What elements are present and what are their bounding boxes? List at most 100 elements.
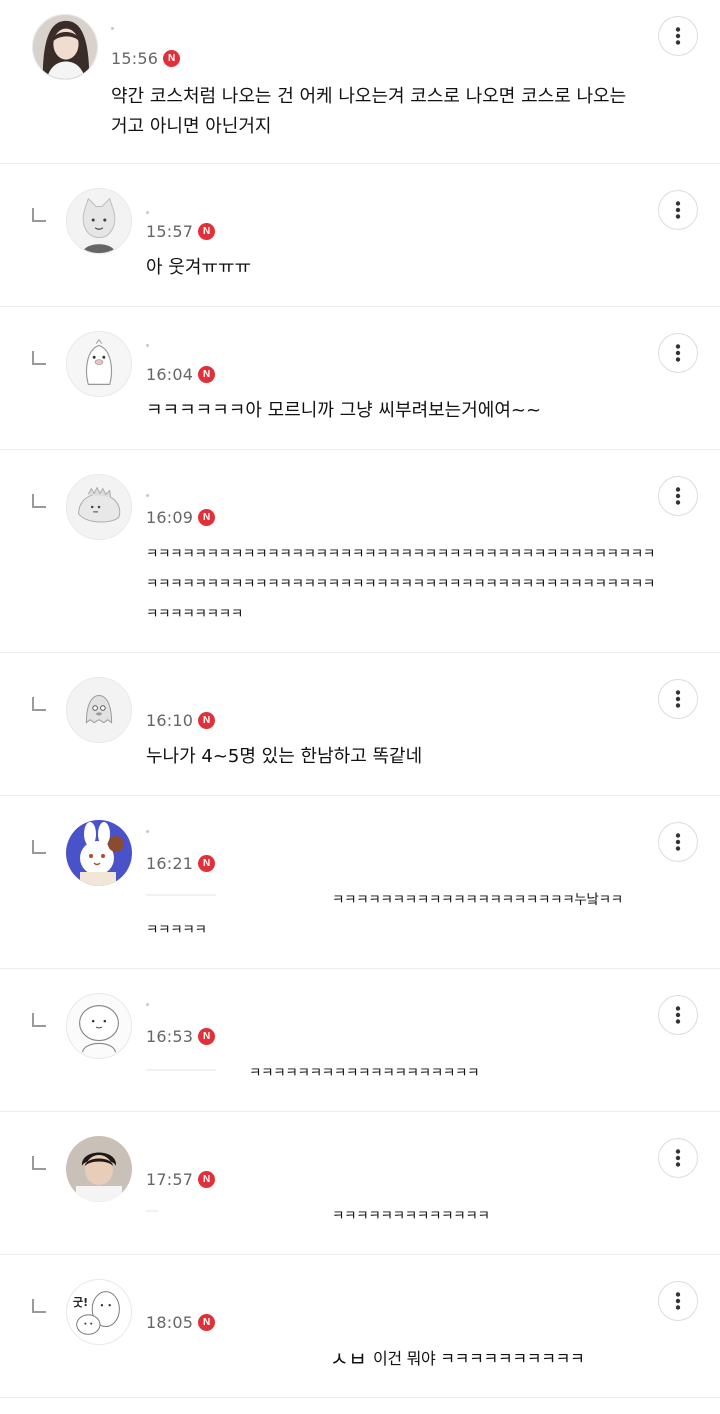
more-vertical-icon	[675, 1292, 681, 1310]
reply-indicator-icon	[32, 1013, 46, 1027]
comment-text: ㅋㅋㅋㅋㅋㅋㅋㅋㅋㅋㅋㅋㅋㅋㅋㅋㅋㅋㅋ	[249, 1065, 480, 1081]
comment-meta: 15:57 N	[146, 221, 216, 241]
comment-meta: 17:57 N	[146, 1169, 216, 1189]
new-badge: N	[198, 1170, 216, 1188]
more-options-button[interactable]	[658, 476, 698, 516]
dinosaur-character-icon	[67, 475, 131, 539]
avatar[interactable]: 굿!	[66, 1279, 132, 1345]
author-name	[111, 27, 114, 30]
reply-item: 16:21 N ㅋㅋㅋㅋㅋㅋㅋㅋㅋㅋㅋㅋㅋㅋㅋㅋㅋㅋㅋㅋ누낰ㅋㅋ ㅋㅋㅋㅋㅋ	[0, 796, 720, 969]
reply-indicator-icon	[32, 1156, 46, 1170]
new-badge: N	[198, 508, 216, 526]
rabbit-character-icon	[66, 820, 132, 886]
author-name	[146, 830, 149, 833]
comment-time: 15:57	[146, 221, 194, 241]
avatar[interactable]	[66, 474, 132, 540]
avatar[interactable]	[66, 993, 132, 1059]
new-badge: N	[198, 365, 216, 383]
new-badge: N	[198, 222, 216, 240]
new-badge: N	[163, 49, 181, 67]
more-options-button[interactable]	[658, 995, 698, 1035]
more-options-button[interactable]	[658, 16, 698, 56]
ghost-character-icon	[67, 678, 131, 742]
comment-time: 16:04	[146, 364, 194, 384]
comment-text: 누나가 4~5명 있는 한남하고 똑같네	[146, 746, 423, 767]
comment-text: 이건 뭐야 ㅋㅋㅋㅋㅋㅋㅋㅋㅋㅋ	[373, 1349, 585, 1368]
penguin-character-icon	[67, 332, 131, 396]
comment-text: 아 웃겨ㅠㅠㅠ	[146, 257, 252, 278]
comment-meta: 16:21 N	[146, 853, 216, 873]
comment-text: ㅋㅋㅋㅋㅋㅋ아 모르니까 그냥 씨부려보는거에여~~	[146, 400, 542, 421]
cat-character-icon	[67, 189, 131, 253]
reply-indicator-icon	[32, 1299, 46, 1313]
new-badge: N	[198, 1027, 216, 1045]
reply-item: 16:53 N ㅋㅋㅋㅋㅋㅋㅋㅋㅋㅋㅋㅋㅋㅋㅋㅋㅋㅋㅋ	[0, 969, 720, 1112]
more-vertical-icon	[675, 27, 681, 45]
new-badge: N	[198, 854, 216, 872]
new-badge: N	[198, 1313, 216, 1331]
reply-item: 17:57 N ㅋㅋㅋㅋㅋㅋㅋㅋㅋㅋㅋㅋㅋ	[0, 1112, 720, 1255]
more-vertical-icon	[675, 487, 681, 505]
more-options-button[interactable]	[658, 1281, 698, 1321]
more-vertical-icon	[675, 344, 681, 362]
more-options-button[interactable]	[658, 190, 698, 230]
profile-photo-man-icon	[66, 1136, 132, 1202]
author-name	[146, 344, 149, 347]
comment-text: 약간 코스처럼 나오는 건 어케 나오는겨 코스로 나오면 코스로 나오는 거고…	[111, 86, 627, 137]
author-name	[146, 1003, 149, 1006]
reply-indicator-icon	[32, 697, 46, 711]
comment-time: 17:57	[146, 1169, 194, 1189]
reply-indicator-icon	[32, 351, 46, 365]
comment-time: 15:56	[111, 48, 159, 68]
reply-indicator-icon	[32, 208, 46, 222]
reply-item: 16:10 N 누나가 4~5명 있는 한남하고 똑같네	[0, 653, 720, 796]
profile-photo-woman-icon	[33, 15, 97, 79]
comment-text: ㅋㅋㅋㅋㅋㅋㅋㅋㅋㅋㅋㅋㅋㅋㅋㅋㅋㅋㅋㅋ누낰ㅋㅋ	[332, 892, 623, 908]
more-vertical-icon	[675, 1149, 681, 1167]
reply-item: 15:57 N 아 웃겨ㅠㅠㅠ	[0, 164, 720, 307]
more-options-button[interactable]	[658, 679, 698, 719]
comment-item: 15:56 N 약간 코스처럼 나오는 건 어케 나오는겨 코스로 나오면 코스…	[0, 0, 720, 164]
comment-list: 15:56 N 약간 코스처럼 나오는 건 어케 나오는겨 코스로 나오면 코스…	[0, 0, 720, 1414]
round-face-character-icon	[67, 994, 131, 1058]
comment-meta: 16:53 N	[146, 1026, 216, 1046]
more-vertical-icon	[675, 1006, 681, 1024]
reply-item: 16:04 N ㅋㅋㅋㅋㅋㅋ아 모르니까 그냥 씨부려보는거에여~~	[0, 307, 720, 450]
more-vertical-icon	[675, 690, 681, 708]
more-options-button[interactable]	[658, 822, 698, 862]
reply-indicator-icon	[32, 494, 46, 508]
hidden-text-placeholder	[146, 894, 216, 896]
more-vertical-icon	[675, 833, 681, 851]
hidden-text-placeholder	[146, 1069, 216, 1071]
reply-indicator-icon	[32, 840, 46, 854]
comment-time: 16:10	[146, 710, 194, 730]
avatar[interactable]	[66, 331, 132, 397]
new-badge: N	[198, 711, 216, 729]
avatar[interactable]	[66, 677, 132, 743]
hidden-text-placeholder	[146, 1210, 158, 1212]
more-vertical-icon	[675, 201, 681, 219]
more-options-button[interactable]	[658, 333, 698, 373]
comment-meta: 16:10 N	[146, 710, 216, 730]
author-name	[146, 494, 149, 497]
comment-text: ㅋㅋㅋㅋㅋㅋㅋㅋㅋㅋㅋㅋㅋ	[332, 1208, 490, 1224]
comment-text: ㅋㅋㅋㅋㅋㅋㅋㅋㅋㅋㅋㅋㅋㅋㅋㅋㅋㅋㅋㅋㅋㅋㅋㅋㅋㅋㅋㅋㅋㅋㅋㅋㅋㅋㅋㅋㅋㅋㅋㅋ…	[146, 546, 656, 622]
reply-item: 16:09 N ㅋㅋㅋㅋㅋㅋㅋㅋㅋㅋㅋㅋㅋㅋㅋㅋㅋㅋㅋㅋㅋㅋㅋㅋㅋㅋㅋㅋㅋㅋㅋㅋ…	[0, 450, 720, 653]
comment-time: 18:05	[146, 1312, 194, 1332]
reply-item: 굿! 18:05 N ㅅㅂ 이건 뭐야 ㅋㅋㅋㅋㅋㅋㅋㅋㅋㅋ	[0, 1255, 720, 1398]
comment-meta: 16:09 N	[146, 507, 216, 527]
author-name	[146, 211, 149, 214]
comment-meta: 15:56 N	[111, 48, 181, 68]
avatar[interactable]	[66, 1136, 132, 1202]
comment-time: 16:09	[146, 507, 194, 527]
comment-meta: 16:04 N	[146, 364, 216, 384]
avatar[interactable]	[66, 820, 132, 886]
avatar[interactable]	[66, 188, 132, 254]
meme-character-icon	[67, 1280, 131, 1344]
comment-text-prefix: ㅅㅂ	[330, 1347, 367, 1371]
more-options-button[interactable]	[658, 1138, 698, 1178]
comment-meta: 18:05 N	[146, 1312, 216, 1332]
comment-time: 16:21	[146, 853, 194, 873]
comment-time: 16:53	[146, 1026, 194, 1046]
avatar[interactable]	[32, 14, 98, 80]
